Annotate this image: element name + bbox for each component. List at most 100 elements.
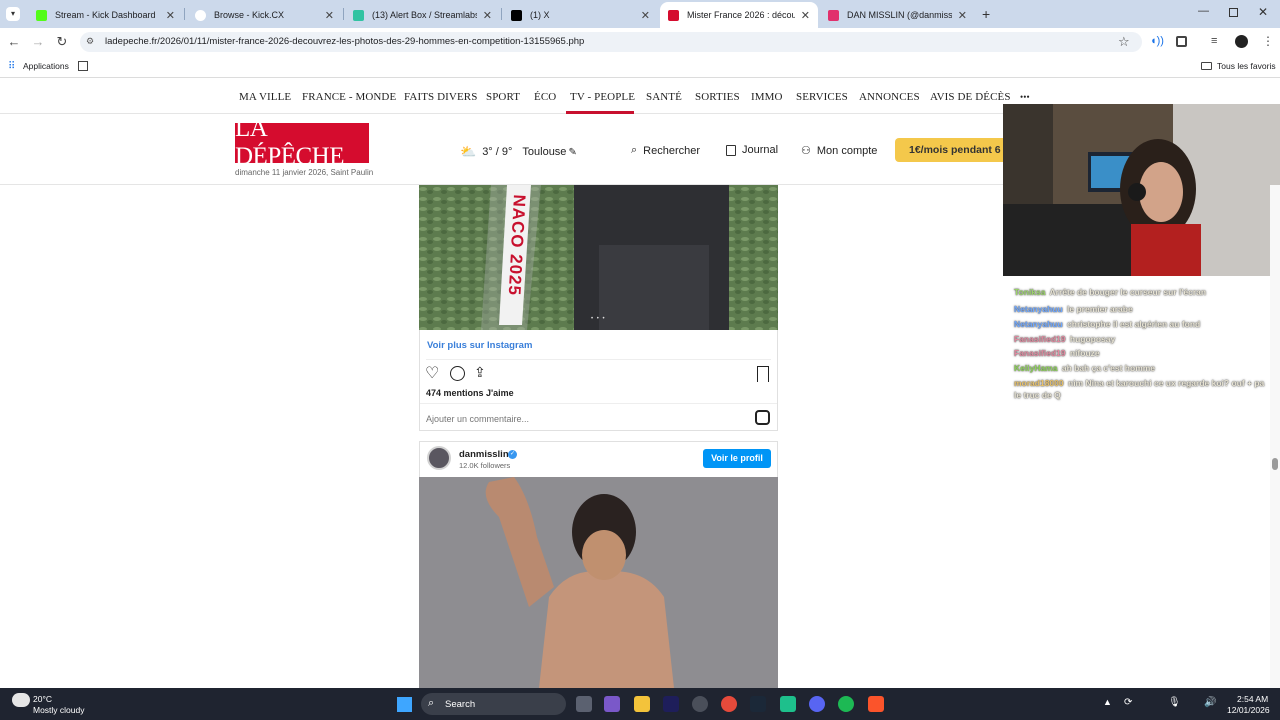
close-icon[interactable]: ✕ — [952, 9, 967, 22]
search-icon: ⌕ — [428, 697, 435, 709]
carousel-dots[interactable]: • • • — [591, 316, 606, 322]
restore-button[interactable] — [1229, 8, 1238, 17]
search-icon: ⌕ — [631, 144, 638, 156]
media-icon[interactable]: ≡ — [1211, 35, 1217, 47]
tab-mister-france[interactable]: Mister France 2026 : découvrez ✕ — [660, 2, 818, 28]
brave-icon[interactable] — [868, 696, 884, 712]
post-photo[interactable] — [419, 477, 778, 688]
nav-ma-ville[interactable]: MA VILLE — [239, 91, 291, 103]
nav-sorties[interactable]: SORTIES — [695, 91, 740, 103]
close-icon[interactable]: ✕ — [477, 9, 492, 22]
share-icon[interactable]: ⇪ — [474, 364, 486, 381]
nav-france-monde[interactable]: FRANCE - MONDE — [302, 91, 396, 103]
nav-sport[interactable]: SPORT — [486, 91, 520, 103]
obs-icon[interactable] — [692, 696, 708, 712]
nav-annonces[interactable]: ANNONCES — [859, 91, 920, 103]
comment-icon[interactable] — [450, 366, 465, 381]
close-icon[interactable]: ✕ — [635, 9, 650, 22]
profile-username[interactable]: danmisslin — [459, 449, 509, 460]
steam-icon[interactable] — [750, 696, 766, 712]
nav-more-icon[interactable]: ••• — [1020, 92, 1030, 102]
tab-kick-dashboard[interactable]: Stream - Kick Dashboard ✕ — [28, 2, 183, 28]
nav-eco[interactable]: ÉCO — [534, 91, 556, 103]
extension-wave-icon[interactable]: ◖)) — [1150, 35, 1164, 47]
widgets-icon[interactable] — [604, 696, 620, 712]
photo-illustration — [419, 477, 778, 688]
extensions-icon[interactable] — [1176, 36, 1187, 47]
chrome-icon[interactable] — [721, 696, 737, 712]
nav-faits-divers[interactable]: FAITS DIVERS — [404, 91, 477, 103]
new-tab-button[interactable]: + — [982, 6, 990, 22]
site-logo[interactable]: LA DÉPÊCHE — [235, 115, 369, 170]
tab-browse-kick[interactable]: Browse - Kick.CX ✕ — [187, 2, 342, 28]
tab-x[interactable]: (1) X ✕ — [503, 2, 658, 28]
bookmark-all-favorites[interactable]: Tous les favoris — [1217, 61, 1276, 71]
minimize-button[interactable]: — — [1198, 5, 1209, 17]
chat-message: le truc de Q — [1014, 390, 1061, 400]
tab-search-button[interactable]: ▾ — [6, 7, 20, 21]
tab-groups-icon[interactable] — [78, 61, 88, 71]
close-window-button[interactable]: ✕ — [1258, 5, 1268, 19]
subscribe-button[interactable]: 1€/mois pendant 6 m — [895, 138, 1015, 162]
task-view-icon[interactable] — [576, 696, 592, 712]
save-bookmark-icon[interactable] — [757, 366, 769, 382]
tab-instagram[interactable]: DAN MISSLIN (@danmisslin) • I ✕ — [820, 2, 975, 28]
avatar[interactable] — [1235, 35, 1248, 48]
nav-avis-de-deces[interactable]: AVIS DE DÉCÈS — [930, 91, 1011, 103]
reload-icon[interactable]: ↻ — [54, 34, 70, 50]
bookmark-star-icon[interactable]: ☆ — [1118, 34, 1130, 50]
card-divider — [420, 403, 777, 404]
close-icon[interactable]: ✕ — [319, 9, 334, 22]
instagram-logo-icon[interactable] — [755, 410, 770, 425]
account-button[interactable]: ⚇ Mon compte — [801, 144, 877, 158]
see-more-link[interactable]: Voir plus sur Instagram — [427, 340, 532, 351]
chat-message: Fanasified19 hugoposay — [1014, 334, 1116, 344]
spotify-icon[interactable] — [838, 696, 854, 712]
taskbar-search[interactable] — [421, 693, 566, 715]
nav-tv-people[interactable]: TV - PEOPLE — [570, 91, 635, 103]
nav-sante[interactable]: SANTÉ — [646, 91, 682, 103]
network-icon[interactable]: ⟳ — [1124, 697, 1132, 708]
weather-cloud-icon[interactable] — [12, 693, 30, 707]
post-photo[interactable]: NACO 2025 • • • — [419, 185, 778, 330]
journal-label: Journal — [742, 144, 779, 156]
nav-immo[interactable]: IMMO — [751, 91, 783, 103]
chat-message: Netanyahuu le premier arabe — [1014, 304, 1133, 314]
url-text[interactable]: ladepeche.fr/2026/01/11/mister-france-20… — [105, 36, 584, 47]
page-scrollbar[interactable] — [1270, 185, 1280, 688]
file-explorer-icon[interactable] — [634, 696, 650, 712]
view-profile-button[interactable]: Voir le profil — [703, 449, 771, 468]
date-line: dimanche 11 janvier 2026, Saint Paulin — [235, 168, 374, 177]
chevron-up-icon[interactable]: ▲ — [1103, 697, 1112, 707]
comment-input[interactable]: Ajouter un commentaire... — [426, 414, 529, 424]
discord-icon[interactable] — [809, 696, 825, 712]
nav-active-indicator — [566, 111, 634, 114]
premiere-pro-icon[interactable] — [663, 696, 679, 712]
photo-illustration — [419, 185, 778, 330]
windows-start-icon[interactable] — [397, 697, 412, 712]
apps-grid-icon[interactable]: ⠿ — [8, 61, 15, 72]
close-icon[interactable]: ✕ — [160, 9, 175, 22]
site-info-icon[interactable]: ⚙ — [86, 36, 94, 47]
bookmark-apps[interactable]: Applications — [23, 61, 69, 71]
search-button[interactable]: ⌕ Rechercher — [631, 144, 700, 157]
mic-icon[interactable]: 🎙 — [1168, 697, 1181, 708]
taskbar-weather[interactable]: Mostly cloudy — [33, 705, 85, 715]
journal-button[interactable]: Journal — [726, 144, 778, 156]
nav-services[interactable]: SERVICES — [796, 91, 848, 103]
close-icon[interactable]: ✕ — [795, 9, 810, 22]
clock-time[interactable]: 2:54 AM — [1237, 694, 1268, 704]
tab-streamlabs[interactable]: (13) Alert Box / Streamlabs ✕ — [345, 2, 500, 28]
forward-icon[interactable]: → — [30, 34, 46, 50]
clock-date[interactable]: 12/01/2026 — [1227, 705, 1270, 715]
avatar[interactable] — [427, 446, 451, 470]
app-icon[interactable] — [780, 696, 796, 712]
taskbar-temp[interactable]: 20°C — [33, 694, 52, 704]
weather-widget[interactable]: ⛅ 3° / 9° Toulouse ✎ — [460, 144, 577, 160]
scrollbar-thumb[interactable] — [1272, 458, 1278, 470]
back-icon[interactable]: ← — [6, 34, 22, 50]
streamlabs-icon — [353, 9, 364, 21]
menu-icon[interactable]: ⋮ — [1262, 34, 1274, 48]
heart-icon[interactable]: ♡ — [425, 363, 439, 383]
volume-icon[interactable]: 🔊 — [1204, 697, 1216, 708]
